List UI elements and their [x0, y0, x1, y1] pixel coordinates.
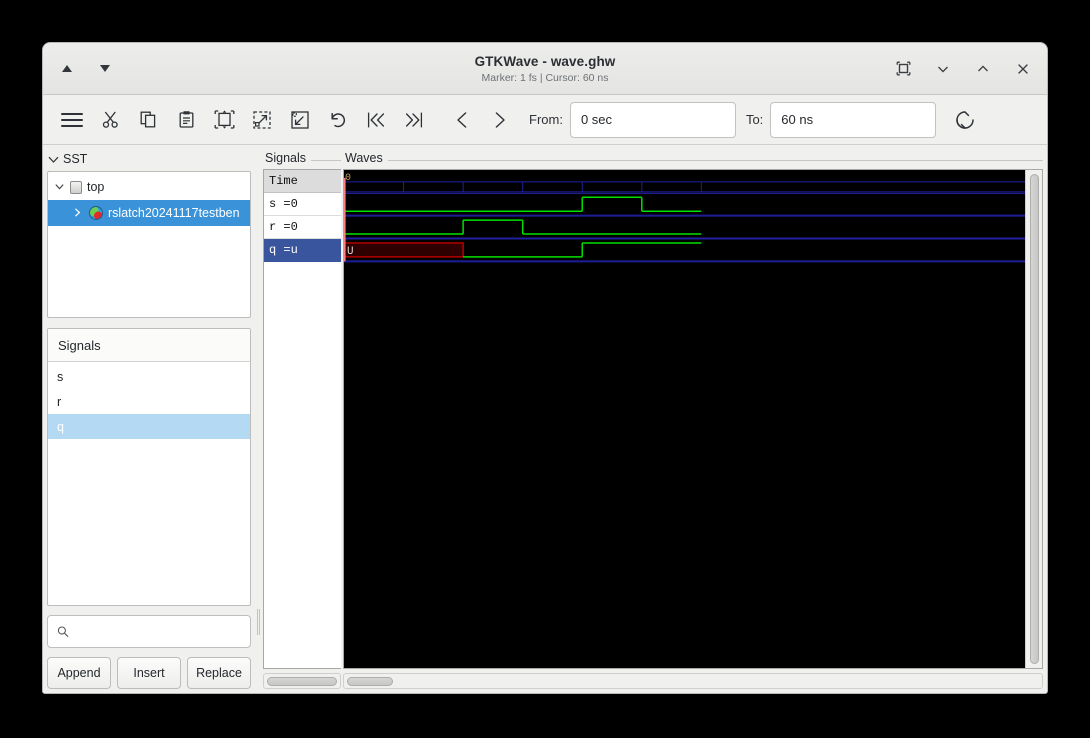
triangle-up-icon[interactable]	[57, 59, 77, 79]
sst-label: SST	[63, 152, 88, 166]
sidebar-signal-list[interactable]: s r q	[48, 362, 250, 605]
header-rule	[311, 159, 341, 161]
signal-action-buttons: Append Insert Replace	[47, 657, 251, 689]
copy-icon[interactable]	[129, 101, 167, 139]
zoom-out-icon[interactable]	[281, 101, 319, 139]
waves-hscrollbar[interactable]	[343, 673, 1043, 689]
sidebar: SST top rslatch20241117testben Signals s…	[47, 149, 254, 689]
reload-icon[interactable]	[946, 101, 984, 139]
go-to-start-icon[interactable]	[357, 101, 395, 139]
fullscreen-icon[interactable]	[893, 59, 913, 79]
insert-button[interactable]: Insert	[117, 657, 181, 689]
chevron-down-icon	[48, 156, 59, 163]
waves-panel-label: Waves	[345, 151, 383, 165]
tree-item-label: rslatch20241117testben	[108, 206, 240, 220]
signals-panel-header: Signals	[263, 149, 341, 169]
list-item[interactable]: r	[48, 389, 250, 414]
from-input[interactable]: 0 sec	[569, 101, 736, 138]
signal-name-time[interactable]: Time	[264, 170, 341, 193]
from-label: From:	[529, 112, 563, 127]
panel-divider[interactable]	[254, 149, 263, 689]
signal-name-r[interactable]: r =0	[264, 216, 341, 239]
previous-edge-icon[interactable]	[443, 101, 481, 139]
signal-name-list[interactable]: Time s =0 r =0 q =u	[263, 169, 341, 669]
zoom-in-icon[interactable]	[243, 101, 281, 139]
to-label: To:	[745, 112, 764, 127]
toolbar: From: 0 sec To: 60 ns	[43, 95, 1047, 145]
instance-sphere-icon	[89, 206, 103, 220]
title-bar-nav	[57, 59, 115, 79]
chevron-down-icon[interactable]	[933, 59, 953, 79]
signal-name-empty-area	[264, 262, 341, 668]
search-icon	[57, 626, 69, 637]
signal-name-column: Signals Time s =0 r =0 q =u	[263, 149, 341, 689]
marker-cursor-status: Marker: 1 fs | Cursor: 60 ns	[481, 71, 609, 84]
window-title: GTKWave - wave.ghw	[474, 53, 616, 69]
sst-header[interactable]: SST	[47, 149, 251, 171]
scrollbar-thumb[interactable]	[267, 676, 337, 686]
append-button[interactable]: Append	[47, 657, 111, 689]
main-body: SST top rslatch20241117testben Signals s…	[43, 145, 1047, 693]
sst-tree[interactable]: top rslatch20241117testben	[47, 171, 251, 318]
list-item[interactable]: s	[48, 364, 250, 389]
triangle-down-icon[interactable]	[95, 59, 115, 79]
paste-icon[interactable]	[167, 101, 205, 139]
waveform-canvas-wrap[interactable]: 0U	[344, 170, 1025, 668]
svg-text:U: U	[347, 246, 354, 258]
list-item[interactable]: q	[48, 414, 250, 439]
window-controls	[893, 59, 1033, 79]
scrollbar-thumb[interactable]	[347, 676, 393, 686]
divider-grip[interactable]	[257, 609, 260, 635]
signal-name-s[interactable]: s =0	[264, 193, 341, 216]
hamburger-menu-icon[interactable]	[53, 101, 91, 139]
waves-vscrollbar[interactable]	[1025, 170, 1042, 668]
tree-item-label: top	[87, 180, 105, 194]
sidebar-signals-header: Signals	[48, 329, 250, 362]
waves-column: Waves 0U	[341, 149, 1043, 689]
signal-name-hscrollbar[interactable]	[263, 673, 341, 689]
undo-icon[interactable]	[319, 101, 357, 139]
chevron-up-icon[interactable]	[973, 59, 993, 79]
search-input[interactable]	[74, 624, 241, 639]
waves-panel-header: Waves	[343, 149, 1043, 169]
svg-text:0: 0	[345, 172, 351, 183]
search-box[interactable]	[47, 615, 251, 648]
header-rule	[387, 159, 1043, 161]
module-icon	[70, 180, 82, 194]
gtkwave-window: GTKWave - wave.ghw Marker: 1 fs | Cursor…	[42, 42, 1048, 694]
go-to-end-icon[interactable]	[395, 101, 433, 139]
tree-item-top[interactable]: top	[48, 174, 250, 200]
close-icon[interactable]	[1013, 59, 1033, 79]
title-bar: GTKWave - wave.ghw Marker: 1 fs | Cursor…	[43, 43, 1047, 95]
chevron-down-icon[interactable]	[55, 182, 65, 192]
replace-button[interactable]: Replace	[187, 657, 251, 689]
signal-name-q[interactable]: q =u	[264, 239, 341, 262]
zoom-fit-icon[interactable]	[205, 101, 243, 139]
waveform-viewport: 0U	[343, 169, 1043, 669]
cut-icon[interactable]	[91, 101, 129, 139]
signals-panel-label: Signals	[265, 151, 306, 165]
to-input[interactable]: 60 ns	[770, 101, 937, 138]
tree-item-rslatch-testbench[interactable]: rslatch20241117testben	[48, 200, 250, 226]
next-edge-icon[interactable]	[481, 101, 519, 139]
chevron-right-icon[interactable]	[74, 207, 84, 219]
waveform-canvas[interactable]: 0U	[344, 170, 1025, 668]
sidebar-signals-panel: Signals s r q	[47, 328, 251, 606]
scrollbar-thumb[interactable]	[1029, 174, 1039, 664]
